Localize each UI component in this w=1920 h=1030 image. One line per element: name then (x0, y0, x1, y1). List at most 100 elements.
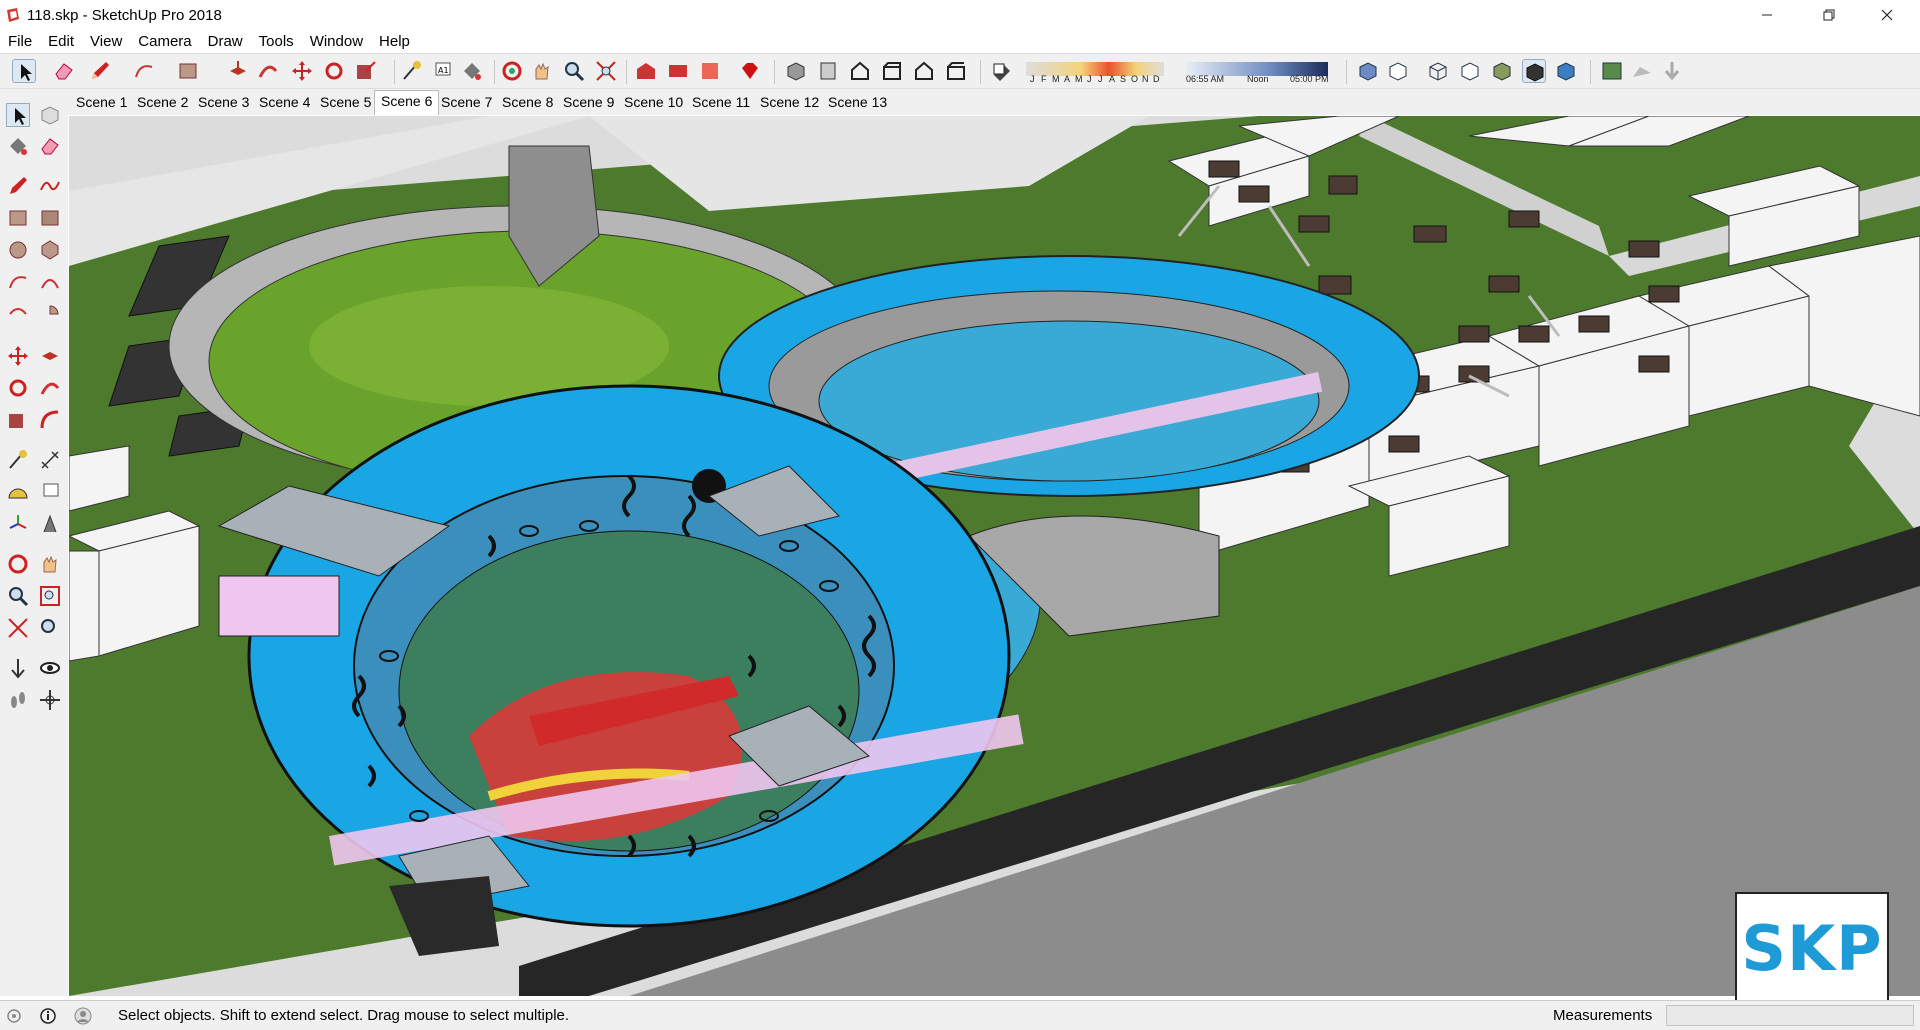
rectangle-tool-button[interactable] (176, 59, 200, 83)
two-point-arc-tool-button[interactable] (38, 270, 62, 294)
menu-draw[interactable]: Draw (200, 33, 251, 50)
user-account-icon[interactable] (74, 1007, 92, 1025)
tab-scene-11[interactable]: Scene 11 (686, 92, 756, 113)
layout-button[interactable] (698, 59, 722, 83)
zoom-tool-button[interactable] (562, 59, 586, 83)
rotate-tool-button[interactable] (6, 376, 30, 400)
tab-scene-9[interactable]: Scene 9 (557, 92, 620, 113)
menu-camera[interactable]: Camera (130, 33, 199, 50)
follow-me-tool-button[interactable] (38, 376, 62, 400)
menu-tools[interactable]: Tools (251, 33, 302, 50)
pie-tool-button[interactable] (38, 302, 62, 326)
model-viewport[interactable] (69, 116, 1920, 996)
eraser-tool-button[interactable] (52, 59, 76, 83)
line-tool-button[interactable] (6, 174, 30, 198)
rotated-rectangle-tool-button[interactable] (38, 206, 62, 230)
orbit-tool-button[interactable] (500, 59, 524, 83)
zoom-window-button[interactable] (38, 584, 62, 608)
back-view-button[interactable] (912, 59, 936, 83)
dimension-tool-button[interactable] (38, 448, 62, 472)
scale-tool-button[interactable] (354, 59, 378, 83)
select-tool-button[interactable] (12, 59, 36, 83)
rotate-tool-button[interactable] (322, 59, 346, 83)
tab-scene-2[interactable]: Scene 2 (131, 92, 194, 113)
tab-scene-12[interactable]: Scene 12 (754, 92, 825, 113)
three-point-arc-tool-button[interactable] (6, 302, 30, 326)
text-tool-button[interactable] (38, 480, 62, 504)
shaded-button[interactable] (1490, 59, 1514, 83)
tab-scene-5[interactable]: Scene 5 (314, 92, 377, 113)
shadows-toggle-button[interactable] (990, 59, 1014, 83)
front-view-button[interactable] (848, 59, 872, 83)
scale-tool-button[interactable] (6, 408, 30, 432)
menu-window[interactable]: Window (302, 33, 371, 50)
tab-scene-6[interactable]: Scene 6 (374, 90, 440, 115)
position-camera-button[interactable] (6, 656, 30, 680)
push-pull-tool-button[interactable] (38, 344, 62, 368)
extension-manager-button[interactable] (738, 59, 762, 83)
close-button[interactable] (1864, 0, 1910, 30)
tab-scene-3[interactable]: Scene 3 (192, 92, 255, 113)
move-tool-button[interactable] (6, 344, 30, 368)
left-view-button[interactable] (944, 59, 968, 83)
previous-view-button[interactable] (38, 616, 62, 640)
move-tool-button[interactable] (290, 59, 314, 83)
geolocation-icon[interactable] (6, 1008, 22, 1024)
minimize-button[interactable] (1744, 0, 1790, 30)
polygon-tool-button[interactable] (38, 238, 62, 262)
text-tool-button[interactable]: A1 (430, 59, 454, 83)
tab-scene-4[interactable]: Scene 4 (253, 92, 316, 113)
iso-view-button[interactable] (784, 59, 808, 83)
menu-edit[interactable]: Edit (40, 33, 82, 50)
paint-bucket-tool-button[interactable] (6, 134, 30, 158)
extension-warehouse-button[interactable] (666, 59, 690, 83)
tape-measure-tool-button[interactable] (400, 59, 424, 83)
restore-button[interactable] (1806, 0, 1852, 30)
top-view-button[interactable] (816, 59, 840, 83)
3d-text-tool-button[interactable] (38, 512, 62, 536)
circle-tool-button[interactable] (6, 238, 30, 262)
add-location-button[interactable] (1600, 59, 1624, 83)
freehand-tool-button[interactable] (38, 174, 62, 198)
walk-button[interactable] (6, 688, 30, 712)
menu-file[interactable]: File (0, 33, 40, 50)
eraser-tool-button[interactable] (38, 134, 62, 158)
photo-textures-button[interactable] (1660, 59, 1684, 83)
look-around-button[interactable] (38, 656, 62, 680)
tab-scene-1[interactable]: Scene 1 (70, 92, 133, 113)
tape-measure-tool-button[interactable] (6, 448, 30, 472)
tab-scene-10[interactable]: Scene 10 (618, 92, 689, 113)
tab-scene-7[interactable]: Scene 7 (435, 92, 498, 113)
orbit-tool-button[interactable] (6, 552, 30, 576)
rectangle-tool-button[interactable] (6, 206, 30, 230)
pan-tool-button[interactable] (530, 59, 554, 83)
select-tool-button[interactable] (6, 103, 30, 127)
protractor-tool-button[interactable] (6, 480, 30, 504)
zoom-extents-button[interactable] (594, 59, 618, 83)
back-edges-button[interactable] (1386, 59, 1410, 83)
zoom-tool-button[interactable] (6, 584, 30, 608)
follow-me-tool-button[interactable] (256, 59, 280, 83)
tab-scene-13[interactable]: Scene 13 (822, 92, 893, 113)
warehouse-button[interactable] (634, 59, 658, 83)
hidden-line-button[interactable] (1458, 59, 1482, 83)
zoom-extents-button[interactable] (6, 616, 30, 640)
tab-scene-8[interactable]: Scene 8 (496, 92, 559, 113)
pan-tool-button[interactable] (38, 552, 62, 576)
push-pull-tool-button[interactable] (226, 59, 250, 83)
make-component-button[interactable] (38, 103, 62, 127)
right-view-button[interactable] (880, 59, 904, 83)
monochrome-button[interactable] (1554, 59, 1578, 83)
paint-bucket-tool-button[interactable] (460, 59, 484, 83)
pencil-tool-button[interactable] (88, 59, 112, 83)
wireframe-button[interactable] (1426, 59, 1450, 83)
axes-tool-button[interactable] (6, 512, 30, 536)
credits-info-icon[interactable] (40, 1008, 56, 1024)
menu-help[interactable]: Help (371, 33, 418, 50)
shaded-textures-button[interactable] (1522, 59, 1546, 83)
toggle-terrain-button[interactable] (1630, 59, 1654, 83)
measurements-input[interactable] (1666, 1005, 1914, 1026)
menu-view[interactable]: View (82, 33, 130, 50)
xray-style-button[interactable] (1356, 59, 1380, 83)
arc-tool-button[interactable] (6, 270, 30, 294)
